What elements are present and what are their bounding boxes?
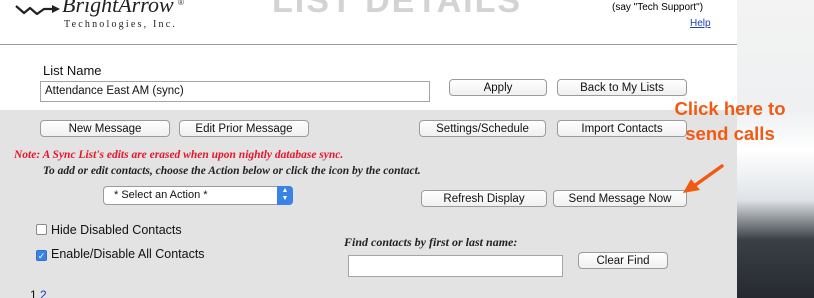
- brightarrow-logo[interactable]: BrightArrow ® Technologies, Inc.: [14, 0, 214, 40]
- page: BrightArrow ® Technologies, Inc. LIST DE…: [0, 0, 737, 298]
- select-arrows-icon: ▲ ▼: [277, 186, 293, 205]
- send-message-now-button[interactable]: Send Message Now: [553, 190, 687, 207]
- header: BrightArrow ® Technologies, Inc. LIST DE…: [0, 0, 737, 45]
- callout-line-2: send calls: [685, 123, 775, 144]
- edit-prior-message-button[interactable]: Edit Prior Message: [179, 120, 309, 137]
- callout-arrow-icon: [683, 164, 724, 193]
- callout-annotation: Click here to send calls: [655, 96, 805, 146]
- page-1[interactable]: 1: [30, 288, 37, 298]
- back-to-my-lists-button[interactable]: Back to My Lists: [557, 79, 687, 96]
- find-contacts-input[interactable]: [348, 255, 563, 277]
- enable-disable-all-checkbox[interactable]: ✓: [36, 250, 47, 261]
- list-name-label: List Name: [43, 63, 102, 78]
- logo-wordmark: BrightArrow: [62, 0, 174, 17]
- help-link[interactable]: Help: [690, 18, 711, 29]
- action-select-value: * Select an Action *: [114, 189, 208, 201]
- sync-list-note: Note: A Sync List's edits are erased whe…: [14, 149, 344, 161]
- page-2-link[interactable]: 2: [40, 288, 47, 298]
- apply-button[interactable]: Apply: [449, 79, 547, 96]
- enable-disable-all-row[interactable]: ✓ Enable/Disable All Contacts: [36, 247, 205, 261]
- tech-support-text: (say "Tech Support"): [612, 2, 704, 13]
- registered-mark: ®: [178, 0, 184, 7]
- pagination: 1 2: [30, 288, 47, 298]
- find-contacts-label: Find contacts by first or last name:: [344, 235, 518, 249]
- enable-disable-all-label: Enable/Disable All Contacts: [51, 247, 205, 261]
- refresh-display-button[interactable]: Refresh Display: [421, 190, 547, 207]
- hide-disabled-label: Hide Disabled Contacts: [51, 223, 182, 237]
- instructions-text: To add or edit contacts, choose the Acti…: [43, 165, 421, 177]
- list-details-panel: List Name Attendance East AM (sync) Appl…: [0, 45, 737, 298]
- arrow-logo-icon: [15, 5, 60, 16]
- page-title: LIST DETAILS: [272, 0, 523, 20]
- action-select[interactable]: * Select an Action * ▲ ▼: [103, 186, 293, 205]
- settings-schedule-button[interactable]: Settings/Schedule: [419, 120, 546, 137]
- logo-subtitle: Technologies, Inc.: [64, 19, 178, 30]
- list-name-input[interactable]: Attendance East AM (sync): [40, 81, 430, 102]
- callout-line-1: Click here to: [674, 98, 786, 119]
- new-message-button[interactable]: New Message: [40, 120, 170, 137]
- hide-disabled-checkbox[interactable]: [36, 224, 47, 235]
- background-window: [737, 0, 814, 298]
- clear-find-button[interactable]: Clear Find: [578, 252, 668, 269]
- hide-disabled-contacts-row[interactable]: Hide Disabled Contacts: [36, 223, 182, 237]
